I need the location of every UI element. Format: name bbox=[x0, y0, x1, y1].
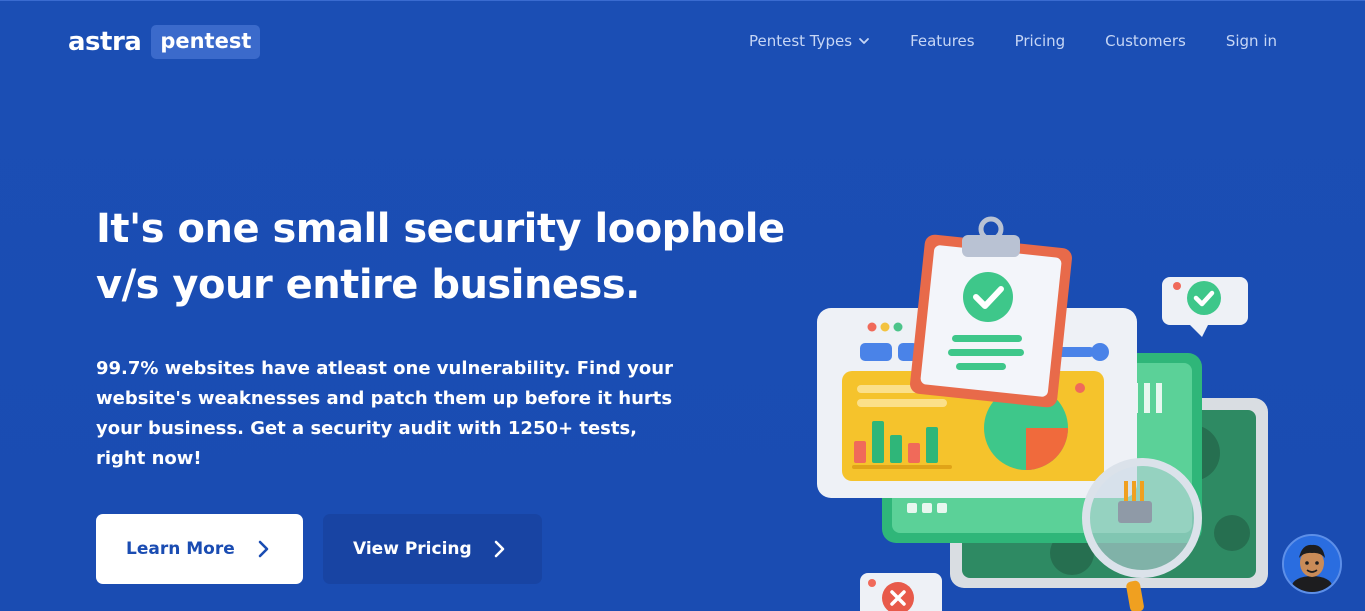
nav-features[interactable]: Features bbox=[910, 31, 975, 51]
nav-pentest-types-label: Pentest Types bbox=[748, 32, 853, 50]
page: astra pentest Pentest Types Features Pri… bbox=[0, 0, 1365, 611]
headline-line-2: v/s your entire business. bbox=[96, 262, 640, 308]
chevron-right-icon bbox=[494, 540, 505, 558]
avatar-face-icon bbox=[1284, 536, 1340, 592]
learn-more-label: Learn More bbox=[126, 539, 235, 559]
view-pricing-button[interactable]: View Pricing bbox=[323, 514, 542, 584]
hero-headline: It's one small security loophole v/s you… bbox=[96, 201, 796, 313]
nav-customers[interactable]: Customers bbox=[1105, 31, 1186, 51]
magnifier bbox=[1082, 458, 1202, 611]
top-nav: astra pentest Pentest Types Features Pri… bbox=[0, 1, 1365, 81]
security-dashboard-illustration bbox=[817, 216, 1268, 611]
chevron-down-icon bbox=[859, 38, 869, 44]
learn-more-button[interactable]: Learn More bbox=[96, 514, 303, 584]
logo-badge: pentest bbox=[151, 25, 261, 59]
headline-line-1: It's one small security loophole bbox=[96, 206, 785, 252]
error-bubble bbox=[860, 573, 942, 611]
nav-pentest-types[interactable]: Pentest Types bbox=[749, 31, 870, 51]
clipboard bbox=[910, 216, 1072, 408]
hero-subtext: 99.7% websites have atleast one vulnerab… bbox=[96, 358, 673, 469]
logo-word: astra bbox=[68, 27, 142, 57]
check-bubble bbox=[1162, 277, 1248, 337]
chevron-right-icon bbox=[258, 540, 269, 558]
nav-sign-in[interactable]: Sign in bbox=[1226, 31, 1277, 51]
chat-avatar[interactable] bbox=[1282, 534, 1342, 594]
view-pricing-label: View Pricing bbox=[353, 539, 472, 559]
nav-links: Pentest Types Features Pricing Customers… bbox=[749, 31, 1277, 51]
nav-pricing[interactable]: Pricing bbox=[1015, 31, 1066, 51]
logo[interactable]: astra pentest bbox=[68, 25, 261, 59]
